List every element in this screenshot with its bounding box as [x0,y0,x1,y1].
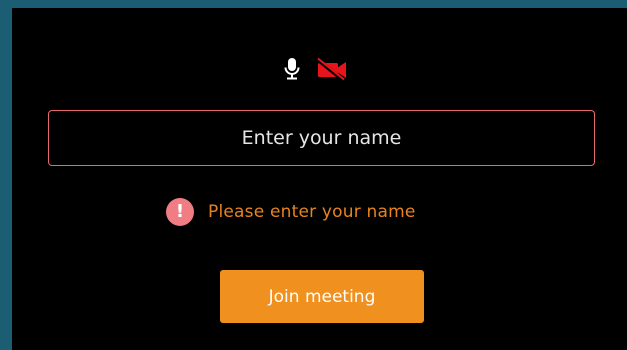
microphone-icon[interactable] [284,57,300,81]
exclamation-circle-icon: ! [166,198,194,226]
error-message-row: ! Please enter your name [166,198,416,226]
camera-off-icon[interactable] [316,57,348,81]
error-message: Please enter your name [208,202,416,222]
join-panel: ! Please enter your name Join meeting [12,8,627,350]
media-controls [284,55,348,83]
name-input[interactable] [48,110,595,166]
join-meeting-button[interactable]: Join meeting [220,270,424,323]
